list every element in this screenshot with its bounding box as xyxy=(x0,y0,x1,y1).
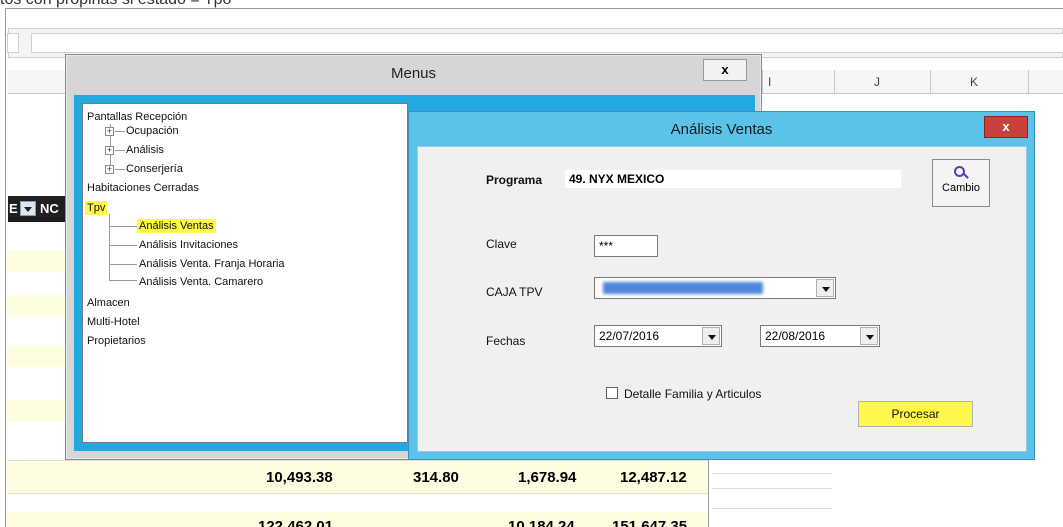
tree-item-tpv[interactable]: Tpv xyxy=(85,201,108,215)
tree-item-propietarios[interactable]: Propietarios xyxy=(87,334,146,348)
caja-tpv-label: CAJA TPV xyxy=(486,285,543,299)
column-header-i[interactable]: I xyxy=(768,75,771,89)
dialog-close-button[interactable]: x xyxy=(984,116,1028,138)
tree-item-pantallas-recepcion[interactable]: Pantallas Recepción xyxy=(87,110,187,124)
dialog-title: Análisis Ventas xyxy=(670,121,773,138)
fecha-hasta-select[interactable]: 22/08/2016 xyxy=(760,325,880,347)
close-icon: x xyxy=(721,62,729,77)
tree-item-analisis-venta-camarero[interactable]: Análisis Venta. Camarero xyxy=(139,275,263,289)
caja-tpv-selected-value xyxy=(603,282,763,294)
sheet-gridline xyxy=(712,508,832,509)
tree-item-analisis-invitaciones[interactable]: Análisis Invitaciones xyxy=(139,238,238,252)
tree-item-multi-hotel[interactable]: Multi-Hotel xyxy=(87,315,140,329)
totals-row: 10,493.38 314.80 1,678.94 12,487.12 xyxy=(8,460,708,494)
column-header-j[interactable]: J xyxy=(874,75,880,89)
tree-connector xyxy=(109,214,110,280)
programa-field: 49. NYX MEXICO xyxy=(564,169,902,189)
clave-input[interactable]: *** xyxy=(594,235,658,257)
partial-cell[interactable]: 151,647.35 xyxy=(612,518,687,527)
fechas-label: Fechas xyxy=(486,334,526,348)
tree-item-habitaciones-cerradas[interactable]: Habitaciones Cerradas xyxy=(87,181,199,195)
dropdown-arrow-icon[interactable] xyxy=(816,279,834,297)
sheet-row xyxy=(8,250,66,272)
sheet-row xyxy=(8,400,66,422)
expand-plus-icon[interactable]: + xyxy=(105,165,114,174)
clave-label: Clave xyxy=(486,237,517,251)
expand-plus-icon[interactable]: + xyxy=(105,127,114,136)
dialog-body: Programa 49. NYX MEXICO Cambio Clave ***… xyxy=(417,146,1027,452)
name-box[interactable] xyxy=(7,33,19,53)
tree-connector xyxy=(109,245,137,246)
fecha-desde-select[interactable]: 22/07/2016 xyxy=(594,325,722,347)
totals-cell[interactable]: 10,493.38 xyxy=(266,469,333,486)
tree-connector xyxy=(115,150,125,151)
tree-item-ocupacion[interactable]: Ocupación xyxy=(126,124,179,138)
procesar-button[interactable]: Procesar xyxy=(858,401,973,427)
column-separator xyxy=(1028,70,1029,94)
menus-close-button[interactable]: x xyxy=(703,59,747,81)
cambio-button[interactable]: Cambio xyxy=(932,159,990,207)
table-header-cell[interactable]: E NC xyxy=(8,196,66,222)
tree-item-conserjeria[interactable]: Conserjería xyxy=(126,162,183,176)
close-icon: x xyxy=(1002,119,1010,134)
tree-connector xyxy=(109,264,137,265)
tree-connector xyxy=(109,226,137,227)
tree-item-almacen[interactable]: Almacen xyxy=(87,296,130,310)
formula-input[interactable] xyxy=(31,33,1063,53)
column-separator xyxy=(834,70,835,94)
menu-tree-panel: Pantallas Recepción + Ocupación + Anális… xyxy=(82,103,408,443)
detalle-label: Detalle Familia y Articulos xyxy=(624,387,762,401)
partial-cell[interactable]: 10,184.24 xyxy=(508,518,575,527)
search-icon xyxy=(954,166,969,180)
tree-item-analisis-venta-franja[interactable]: Análisis Venta. Franja Horaria xyxy=(139,257,285,271)
partial-cell[interactable]: 122,462.01 xyxy=(258,518,333,527)
caja-tpv-select[interactable] xyxy=(594,277,836,299)
programa-label: Programa xyxy=(486,173,543,187)
detalle-checkbox[interactable] xyxy=(606,387,618,399)
dropdown-arrow-icon[interactable] xyxy=(860,327,878,345)
sheet-gridline xyxy=(712,488,832,489)
totals-cell[interactable]: 12,487.12 xyxy=(620,469,687,486)
expand-plus-icon[interactable]: + xyxy=(105,146,114,155)
menus-window-title: Menus xyxy=(390,65,437,82)
totals-cell[interactable]: 314.80 xyxy=(413,469,459,486)
tree-connector xyxy=(115,131,125,132)
partial-row: 122,462.01 10,184.24 151,647.35 xyxy=(8,512,708,527)
column-header-k[interactable]: K xyxy=(970,75,978,89)
column-separator xyxy=(930,70,931,94)
menu-tree: Pantallas Recepción + Ocupación + Anális… xyxy=(83,104,407,442)
analisis-ventas-dialog: Análisis Ventas x Programa 49. NYX MEXIC… xyxy=(408,111,1035,460)
tree-item-analisis-ventas[interactable]: Análisis Ventas xyxy=(137,219,216,233)
sheet-gridline xyxy=(712,473,832,474)
tree-item-analisis[interactable]: Análisis xyxy=(126,143,164,157)
filter-dropdown-icon[interactable] xyxy=(20,201,36,216)
sheet-row xyxy=(8,295,66,317)
tree-connector xyxy=(109,280,137,281)
dropdown-arrow-icon[interactable] xyxy=(702,327,720,345)
tree-connector xyxy=(115,169,125,170)
column-separator xyxy=(762,70,763,94)
sheet-row xyxy=(8,345,66,367)
totals-cell[interactable]: 1,678.94 xyxy=(518,469,576,486)
cambio-label: Cambio xyxy=(942,182,980,194)
